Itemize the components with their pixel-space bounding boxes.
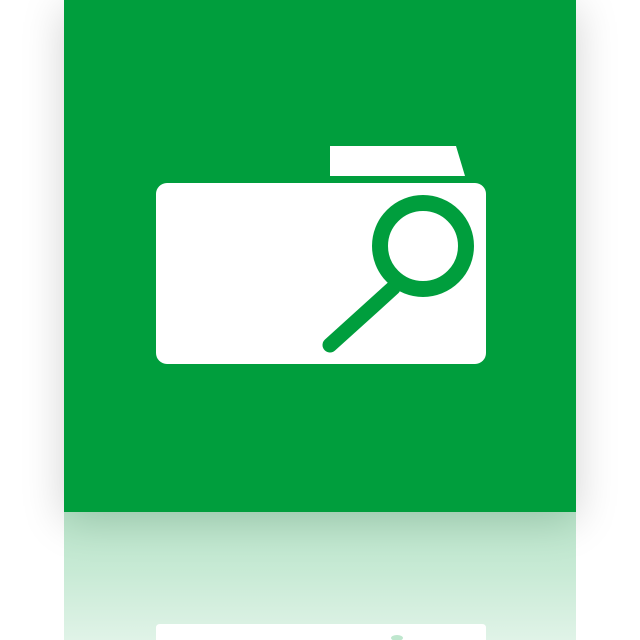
folder-search-icon (156, 146, 486, 364)
icon-stage (0, 0, 640, 640)
magnifier-ring (372, 195, 474, 297)
app-tile[interactable] (64, 0, 576, 512)
reflection-glyph-edge (156, 624, 486, 640)
tile-reflection (64, 512, 576, 640)
folder-tab (330, 146, 465, 176)
